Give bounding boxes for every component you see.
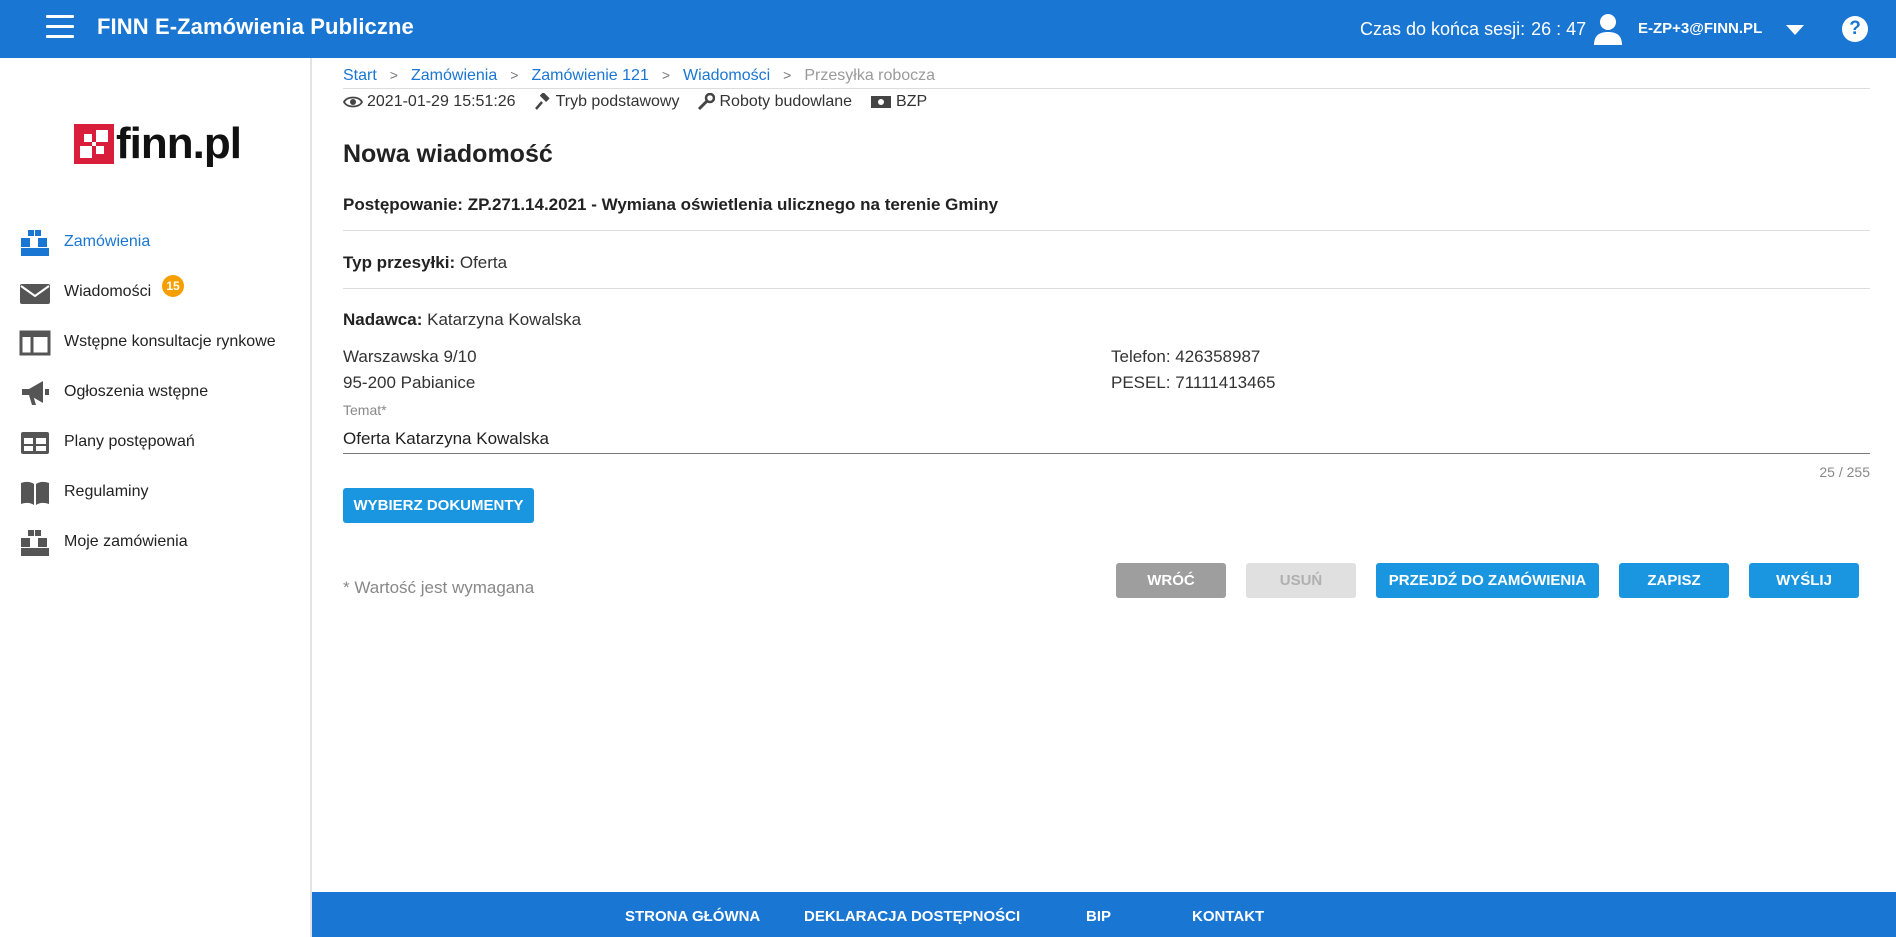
breadcrumb-current: Przesyłka robocza xyxy=(804,67,936,84)
meta-publication-text: BZP xyxy=(896,93,928,110)
go-to-order-button[interactable]: PRZEJDŹ DO ZAMÓWIENIA xyxy=(1376,563,1599,598)
app-title: FINN E-Zamówienia Publiczne xyxy=(97,14,414,39)
breadcrumb-divider xyxy=(343,88,1870,89)
page-title: Nowa wiadomość xyxy=(343,140,553,168)
sender-city: 95-200 Pabianice xyxy=(343,373,476,392)
sidebar-item-label: Regulaminy xyxy=(64,483,149,500)
sidebar-item-label: Wiadomości xyxy=(64,283,152,300)
columns-icon xyxy=(19,330,51,356)
sender-street: Warszawska 9/10 xyxy=(343,347,477,366)
subject-input[interactable] xyxy=(343,424,1870,454)
divider xyxy=(343,288,1870,289)
finn-logo-mark-icon xyxy=(74,124,114,164)
proceeding-label: Postępowanie: xyxy=(343,195,463,214)
sender-name: Katarzyna Kowalska xyxy=(427,310,582,329)
finn-logo[interactable]: finn.pl xyxy=(74,119,242,168)
session-time: 26 : 47 xyxy=(1531,19,1587,39)
gavel-icon xyxy=(534,93,550,110)
user-email[interactable]: E-ZP+3@FINN.PL xyxy=(1638,20,1762,37)
meta-publication: BZP xyxy=(870,93,927,111)
sidebar-item-label: Moje zamówienia xyxy=(64,533,188,550)
meta-category-text: Roboty budowlane xyxy=(719,93,853,110)
top-app-bar: FINN E-Zamówienia Publiczne Czas do końc… xyxy=(0,0,1896,58)
shipment-type-value: Oferta xyxy=(459,253,508,272)
logo-text: finn.pl xyxy=(116,119,242,168)
sender-row: Nadawca: Katarzyna Kowalska xyxy=(343,310,581,330)
sidebar-item-wiadomosci[interactable]: Wiadomości 15 xyxy=(0,268,310,318)
breadcrumb-start[interactable]: Start xyxy=(343,67,377,84)
wrench-icon xyxy=(698,93,716,111)
sidebar-item-regulaminy[interactable]: Regulaminy xyxy=(0,468,310,518)
required-note: * Wartość jest wymagana xyxy=(343,578,535,597)
footer-link-home[interactable]: STRONA GŁÓWNA xyxy=(625,908,760,925)
money-icon xyxy=(871,96,892,108)
proceeding-row: Postępowanie: ZP.271.14.2021 - Wymiana o… xyxy=(343,195,998,215)
meta-date-text: 2021-01-29 15:51:26 xyxy=(367,93,516,110)
sidebar-item-label: Zamówienia xyxy=(64,233,151,250)
breadcrumb-zamowienia[interactable]: Zamówienia xyxy=(411,67,497,84)
sidebar-item-label: Plany postępowań xyxy=(64,433,195,450)
user-icon[interactable] xyxy=(1594,13,1622,45)
sidebar-item-label: Wstępne konsultacje rynkowe xyxy=(64,333,276,350)
back-button[interactable]: WRÓĆ xyxy=(1116,563,1226,598)
choose-documents-button[interactable]: WYBIERZ DOKUMENTY xyxy=(343,488,534,523)
sender-phone: Telefon: 426358987 xyxy=(1111,347,1261,366)
sidebar-item-ogloszenia[interactable]: Ogłoszenia wstępne xyxy=(0,368,310,418)
sidebar-item-konsultacje[interactable]: Wstępne konsultacje rynkowe xyxy=(0,318,310,368)
session-timer: Czas do końca sesji: 26 : 47 xyxy=(1360,19,1586,40)
boxes-icon xyxy=(21,530,49,556)
footer: STRONA GŁÓWNA DEKLARACJA DOSTĘPNOŚCI BIP… xyxy=(312,892,1896,937)
divider xyxy=(343,230,1870,231)
table-icon xyxy=(21,432,49,454)
unread-badge: 15 xyxy=(162,275,184,297)
footer-link-contact[interactable]: KONTAKT xyxy=(1192,908,1264,925)
megaphone-icon xyxy=(22,381,49,405)
chevron-right-icon: > xyxy=(389,67,398,83)
order-meta: 2021-01-29 15:51:26 Tryb podstawowy Robo… xyxy=(343,93,945,111)
meta-mode-text: Tryb podstawowy xyxy=(555,93,680,110)
book-icon xyxy=(21,481,49,505)
eye-icon xyxy=(343,96,363,108)
delete-button[interactable]: USUŃ xyxy=(1246,563,1356,598)
sender-label: Nadawca: xyxy=(343,310,423,329)
shipment-type-row: Typ przesyłki: Oferta xyxy=(343,253,507,273)
sidebar-item-zamowienia[interactable]: Zamówienia xyxy=(0,218,310,268)
boxes-icon xyxy=(21,230,49,256)
sidebar-item-plany[interactable]: Plany postępowań xyxy=(0,418,310,468)
meta-date: 2021-01-29 15:51:26 xyxy=(343,93,516,111)
footer-link-accessibility[interactable]: DEKLARACJA DOSTĘPNOŚCI xyxy=(804,908,1020,925)
meta-category: Roboty budowlane xyxy=(697,93,852,111)
meta-mode: Tryb podstawowy xyxy=(534,93,680,111)
chevron-right-icon: > xyxy=(510,67,519,83)
sidebar-nav: Zamówienia Wiadomości 15 Wstępne konsult… xyxy=(0,218,310,568)
save-button[interactable]: ZAPISZ xyxy=(1619,563,1729,598)
session-label: Czas do końca sesji: xyxy=(1360,19,1526,39)
breadcrumb-zamowienie[interactable]: Zamówienie 121 xyxy=(531,67,648,84)
chevron-down-icon[interactable] xyxy=(1786,25,1804,35)
chevron-right-icon: > xyxy=(783,67,792,83)
sender-pesel: PESEL: 71111413465 xyxy=(1111,373,1276,392)
subject-char-counter: 25 / 255 xyxy=(1819,464,1870,480)
breadcrumb: Start > Zamówienia > Zamówienie 121 > Wiadomoś… xyxy=(343,67,935,85)
menu-icon[interactable] xyxy=(46,15,74,41)
sidebar-item-label: Ogłoszenia wstępne xyxy=(64,383,209,400)
sidebar: finn.pl Zamówienia Wiadomości 15 Wstępne… xyxy=(0,58,312,937)
footer-link-bip[interactable]: BIP xyxy=(1086,908,1111,925)
subject-label: Temat* xyxy=(343,402,387,418)
send-button[interactable]: WYŚLIJ xyxy=(1749,563,1859,598)
envelope-icon xyxy=(20,284,50,304)
help-icon[interactable]: ? xyxy=(1842,16,1868,42)
sidebar-item-moje-zamowienia[interactable]: Moje zamówienia xyxy=(0,518,310,568)
shipment-type-label: Typ przesyłki: xyxy=(343,253,456,272)
breadcrumb-wiadomosci[interactable]: Wiadomości xyxy=(683,67,770,84)
proceeding-value: ZP.271.14.2021 - Wymiana oświetlenia uli… xyxy=(467,195,999,214)
chevron-right-icon: > xyxy=(661,67,671,83)
